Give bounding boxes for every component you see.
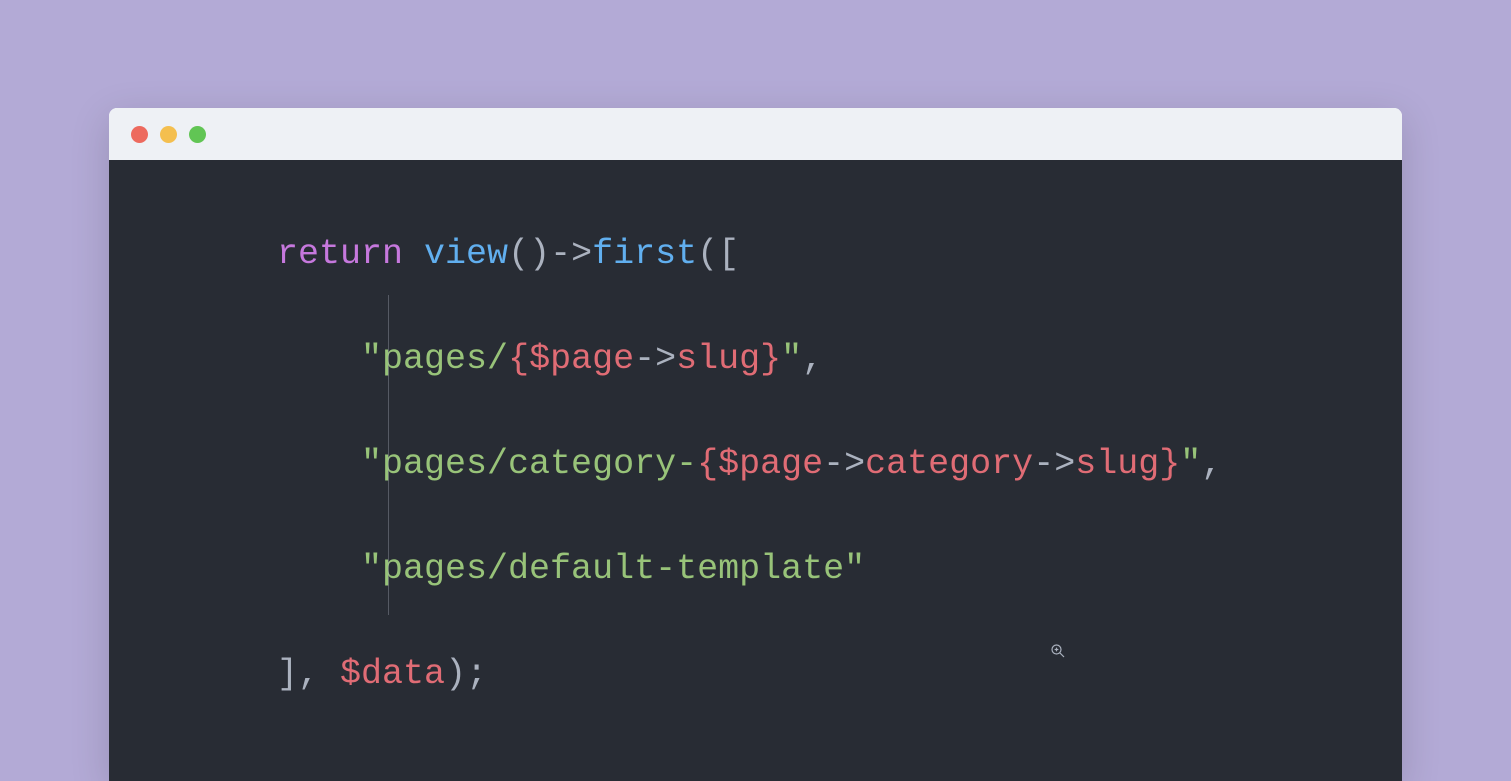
code-window: return view()->first([ "pages/{$page->sl… [109, 108, 1402, 781]
zoom-cursor-icon [1049, 625, 1067, 678]
code-line-4: "pages/default-template" [277, 543, 1402, 596]
close-icon[interactable] [131, 126, 148, 143]
code-line-3: "pages/category-{$page->category->slug}"… [277, 438, 1402, 491]
code-line-2: "pages/{$page->slug}", [277, 333, 1402, 386]
indent-guide [388, 295, 389, 615]
keyword-return: return [277, 234, 403, 274]
window-titlebar [109, 108, 1402, 160]
code-editor[interactable]: return view()->first([ "pages/{$page->sl… [109, 160, 1402, 781]
code-line-blank [277, 281, 1402, 334]
variable-data: $data [340, 654, 445, 694]
code-line-5: ], $data); [277, 648, 1402, 701]
maximize-icon[interactable] [189, 126, 206, 143]
code-line-blank [277, 596, 1402, 649]
func-first: first [592, 234, 697, 274]
func-view: view [424, 234, 508, 274]
code-line-1: return view()->first([ [277, 228, 1402, 281]
code-line-blank [277, 386, 1402, 439]
code-line-blank [277, 491, 1402, 544]
minimize-icon[interactable] [160, 126, 177, 143]
